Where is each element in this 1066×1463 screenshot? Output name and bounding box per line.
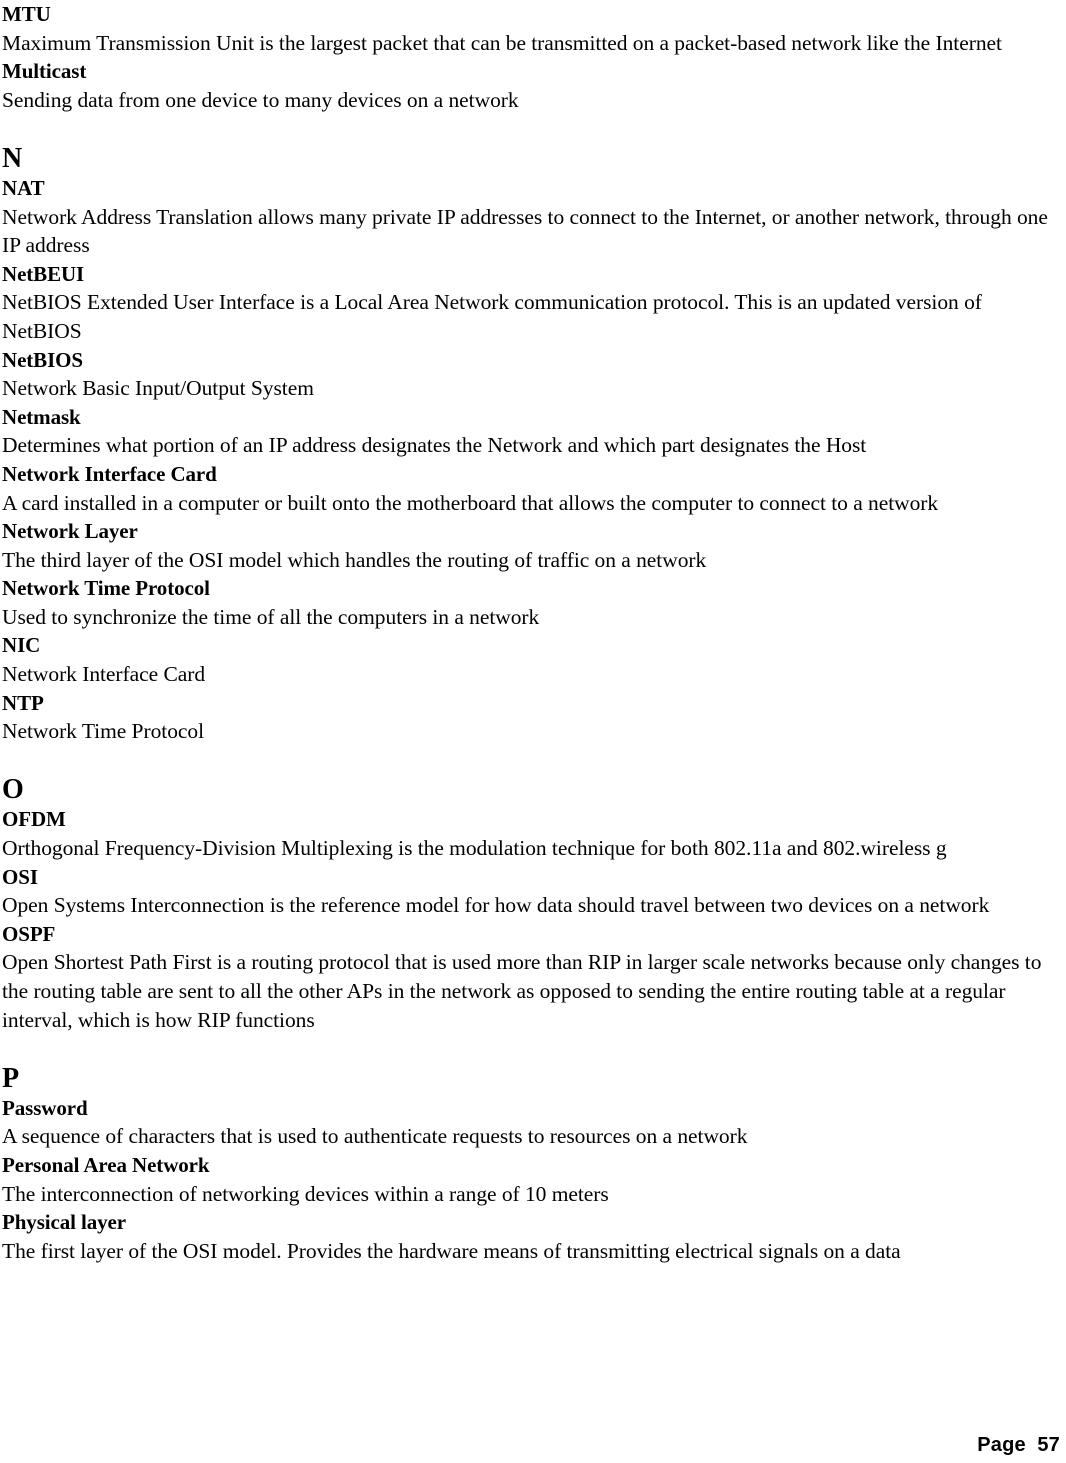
glossary-term: NIC <box>2 633 41 658</box>
glossary-entry: NTP Network Time Protocol <box>2 689 1062 746</box>
glossary-term: Network Layer <box>2 519 138 544</box>
glossary-term: Netmask <box>2 404 81 429</box>
glossary-definition: Network Address Translation allows many … <box>2 204 1048 258</box>
glossary-definition: The interconnection of networking device… <box>2 1181 609 1206</box>
glossary-term: NetBEUI <box>2 261 85 286</box>
glossary-term: Physical layer <box>2 1210 126 1235</box>
glossary-definition: Orthogonal Frequency-Division Multiplexi… <box>2 836 947 861</box>
glossary-definition: Open Systems Interconnection is the refe… <box>2 893 990 918</box>
glossary-entry: Physical layer The first layer of the OSI… <box>2 1208 1062 1265</box>
glossary-definition: Network Time Protocol <box>2 719 205 744</box>
glossary-term: OSI <box>2 864 38 889</box>
glossary-entry: NIC Network Interface Card <box>2 631 1062 688</box>
glossary-term: NTP <box>2 690 44 715</box>
glossary-term: OFDM <box>2 807 66 832</box>
glossary-definition: Used to synchronize the time of all the … <box>2 604 540 629</box>
glossary-entry: Multicast Sending data from one device to… <box>2 57 1062 114</box>
glossary-definition: NetBIOS Extended User Interface is a Loc… <box>2 290 982 343</box>
glossary-entry: OSPF Open Shortest Path First is a routin… <box>2 920 1062 1034</box>
glossary-entry: Password A sequence of characters that is… <box>2 1094 1062 1151</box>
section-letter-heading: N <box>2 142 23 174</box>
glossary-definition: Maximum Transmission Unit is the largest… <box>2 30 1002 55</box>
glossary-term: Multicast <box>2 59 87 84</box>
glossary-entry: NetBIOS Network Basic Input/Output System <box>2 346 1062 403</box>
glossary-definition: Determines what portion of an IP address… <box>2 433 867 458</box>
glossary-definition: A card installed in a computer or built … <box>2 490 939 515</box>
glossary-entry: Network Interface Card A card installed i… <box>2 460 1062 517</box>
page-footer: Page 57 <box>977 1434 1060 1456</box>
glossary-term: NAT <box>2 175 45 200</box>
glossary-definition: A sequence of characters that is used to… <box>2 1124 748 1149</box>
glossary-entry: NAT Network Address Translation allows ma… <box>2 174 1062 260</box>
glossary-entry: OSI Open Systems Interconnection is the r… <box>2 863 1062 920</box>
glossary-term: Personal Area Network <box>2 1152 210 1177</box>
section-letter-heading: P <box>2 1062 20 1094</box>
glossary-term: MTU <box>2 2 51 26</box>
glossary-term: OSPF <box>2 921 56 946</box>
glossary-definition: Open Shortest Path First is a routing pr… <box>2 950 1042 1032</box>
glossary-term: Password <box>2 1095 88 1120</box>
glossary-term: Network Time Protocol <box>2 576 210 601</box>
glossary-definition: Sending data from one device to many dev… <box>2 87 519 112</box>
glossary-definition: The first layer of the OSI model. Provid… <box>2 1238 901 1263</box>
glossary-entry: Network Time Protocol Used to synchronize… <box>2 574 1062 631</box>
glossary-term: NetBIOS <box>2 347 83 372</box>
glossary-entry: MTU Maximum Transmission Unit is the larg… <box>2 0 1062 57</box>
glossary-entry: Personal Area Network The interconnection… <box>2 1151 1062 1208</box>
glossary-content: MTU Maximum Transmission Unit is the larg… <box>2 0 1062 1265</box>
glossary-term: Network Interface Card <box>2 461 217 486</box>
section-letter-heading: O <box>2 774 24 806</box>
glossary-entry: Network Layer The third layer of the OSI … <box>2 517 1062 574</box>
glossary-entry: Netmask Determines what portion of an IP … <box>2 403 1062 460</box>
glossary-page: MTU Maximum Transmission Unit is the larg… <box>0 0 1066 1463</box>
glossary-definition: The third layer of the OSI model which h… <box>2 547 707 572</box>
glossary-definition: Network Basic Input/Output System <box>2 376 314 401</box>
glossary-definition: Network Interface Card <box>2 662 206 687</box>
glossary-entry: OFDM Orthogonal Frequency-Division Multip… <box>2 805 1062 862</box>
glossary-entry: NetBEUI NetBIOS Extended User Interface i… <box>2 260 1062 346</box>
